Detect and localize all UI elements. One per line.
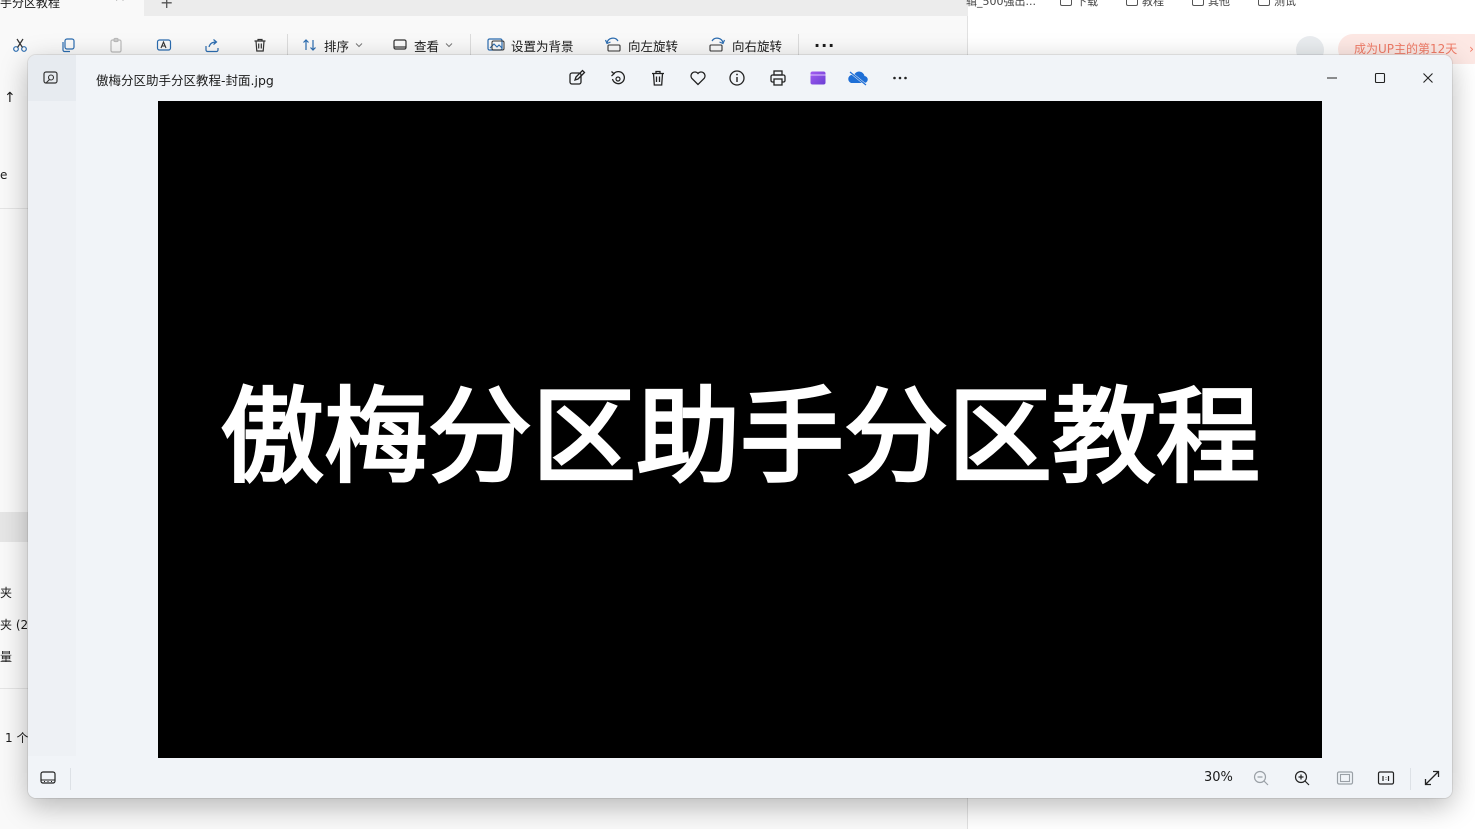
- filmstrip-icon[interactable]: [37, 767, 59, 789]
- explorer-toolbar: 排序 查看 设置为背景 向左旋转 向右旋转 ···: [0, 22, 968, 58]
- view-button[interactable]: 查看: [392, 34, 453, 56]
- bookmark-label: 下载: [1076, 0, 1098, 8]
- sort-button[interactable]: 排序: [302, 34, 363, 56]
- print-icon[interactable]: [767, 67, 789, 89]
- more-icon[interactable]: [889, 67, 911, 89]
- bookmark-folder[interactable]: 测试: [1258, 0, 1296, 8]
- share-icon[interactable]: [203, 36, 221, 54]
- toolbar-separator: [470, 34, 471, 56]
- bottom-bar-separator: [1410, 768, 1411, 790]
- bookmark-label: 教程: [1142, 0, 1164, 8]
- folder-icon: [1192, 0, 1204, 6]
- minimize-button[interactable]: [1317, 65, 1347, 91]
- bookmark-folder[interactable]: 下载: [1060, 0, 1098, 8]
- zoom-level[interactable]: 30%: [1204, 770, 1233, 785]
- status-item-count: 1 个: [5, 731, 29, 745]
- toolbar-separator: [798, 34, 799, 56]
- delete-icon[interactable]: [251, 36, 269, 54]
- sidebar-item[interactable]: e: [0, 168, 7, 182]
- sidebar-divider: [0, 688, 28, 689]
- set-background-button[interactable]: 设置为背景: [487, 34, 574, 56]
- bookmark-folder[interactable]: 其他: [1192, 0, 1230, 8]
- onedrive-icon[interactable]: [847, 67, 869, 89]
- explorer-tab-bar: 手分区教程 × +: [0, 0, 968, 16]
- folder-icon: [1060, 0, 1072, 6]
- photos-viewer-window: 傲梅分区助手分区教程-封面.jpg 傲梅分区助手分区教程 30%: [28, 55, 1452, 798]
- bookmark-label: 其他: [1208, 0, 1230, 8]
- image-caption-text: 傲梅分区助手分区教程: [219, 376, 1260, 498]
- viewer-bottom-bar: 30%: [28, 758, 1452, 798]
- close-icon: [1423, 73, 1433, 83]
- sort-icon: [303, 39, 316, 51]
- fit-to-window-icon[interactable]: [1334, 767, 1356, 789]
- rename-icon[interactable]: [155, 36, 173, 54]
- sidebar-divider: [0, 208, 28, 209]
- delete-icon[interactable]: [647, 67, 669, 89]
- zoom-in-icon[interactable]: [1291, 767, 1313, 789]
- explorer-tab-title: 手分区教程: [0, 0, 61, 10]
- viewer-title-bar: 傲梅分区助手分区教程-封面.jpg: [28, 55, 1452, 101]
- view-label: 查看: [414, 38, 440, 54]
- bookmark-item[interactable]: 辑_500强出...: [966, 0, 1036, 8]
- bookmark-label: 辑_500强出...: [966, 0, 1036, 8]
- up-arrow-icon[interactable]: ↑: [4, 90, 16, 106]
- minimize-icon: [1327, 77, 1337, 79]
- edit-image-icon[interactable]: [566, 67, 588, 89]
- bookmark-folder[interactable]: 教程: [1126, 0, 1164, 8]
- rotate-right-icon: [709, 37, 726, 52]
- rotate-left-button[interactable]: 向左旋转: [604, 34, 678, 56]
- maximize-icon: [1374, 72, 1386, 84]
- set-background-label: 设置为背景: [511, 38, 574, 54]
- view-icon: [393, 39, 407, 50]
- cut-icon[interactable]: [11, 36, 29, 54]
- actual-size-icon[interactable]: [1375, 767, 1397, 789]
- sidebar-item-3[interactable]: 量: [0, 648, 12, 665]
- photos-app-icon: [42, 69, 60, 87]
- heart-icon[interactable]: [687, 67, 709, 89]
- chevron-down-icon: [355, 43, 363, 48]
- add-tab-icon[interactable]: +: [160, 0, 173, 12]
- become-up-label: 成为UP主的第12天: [1354, 42, 1458, 56]
- bottom-bar-separator: [70, 768, 71, 790]
- info-icon[interactable]: [726, 67, 748, 89]
- zoom-out-icon[interactable]: [1250, 767, 1272, 789]
- toolbar-separator: [287, 34, 288, 56]
- set-background-icon: [487, 38, 505, 51]
- chevron-right-icon: ›: [1469, 42, 1474, 56]
- rotate-right-button[interactable]: 向右旋转: [708, 34, 782, 56]
- filmstrip-panel: [28, 101, 76, 756]
- fullscreen-icon[interactable]: [1421, 767, 1443, 789]
- close-button[interactable]: [1413, 65, 1443, 91]
- file-name-title: 傲梅分区助手分区教程-封面.jpg: [96, 73, 274, 88]
- folder-icon: [1258, 0, 1270, 6]
- maximize-button[interactable]: [1365, 65, 1395, 91]
- rotate-left-icon: [604, 37, 621, 52]
- image-canvas[interactable]: 傲梅分区助手分区教程: [158, 101, 1322, 758]
- explorer-tab[interactable]: 手分区教程 ×: [0, 0, 144, 16]
- chevron-down-icon: [445, 43, 453, 48]
- filmstrip-toggle[interactable]: [28, 55, 76, 101]
- sidebar-item-folder[interactable]: 夹: [0, 584, 12, 601]
- rotate-right-label: 向右旋转: [732, 38, 783, 54]
- bookmark-label: 测试: [1274, 0, 1296, 8]
- clipchamp-icon[interactable]: [807, 67, 829, 89]
- more-options-button[interactable]: ···: [814, 34, 835, 56]
- copy-icon[interactable]: [59, 36, 77, 54]
- sort-label: 排序: [324, 38, 350, 54]
- paste-icon[interactable]: [107, 36, 125, 54]
- folder-icon: [1126, 0, 1138, 6]
- rotate-left-label: 向左旋转: [628, 38, 679, 54]
- rotate-icon[interactable]: [607, 67, 629, 89]
- sidebar-selected-item[interactable]: [0, 512, 28, 542]
